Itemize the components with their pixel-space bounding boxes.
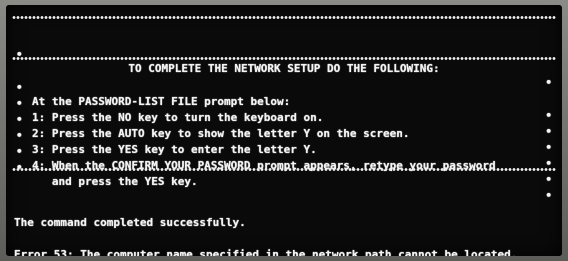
box-top-border <box>12 15 556 20</box>
box-bullet-right: • <box>545 173 552 186</box>
instruction-line: • 2: Press the AUTO key to show the lett… <box>6 99 562 154</box>
box-title-row: • TO COMPLETE THE NETWORK SETUP DO THE F… <box>6 34 562 89</box>
success-message-line: The command completed successfully. <box>6 202 562 229</box>
error-message: Error 53: The computer name specified in… <box>14 248 518 256</box>
instruction-line: • At the PASSWORD-LIST FILE prompt below… <box>6 67 562 122</box>
instruction-text: and press the YES key. <box>32 175 198 188</box>
error-message-line: Error 53: The computer name specified in… <box>6 234 562 256</box>
instruction-line: • and press the YES key. • <box>6 147 562 202</box>
success-message: The command completed successfully. <box>14 216 246 229</box>
instruction-line: • 4: When the CONFIRM YOUR PASSWORD prom… <box>6 131 562 186</box>
box-title-separator <box>12 56 556 61</box>
console-screen: • TO COMPLETE THE NETWORK SETUP DO THE F… <box>6 5 562 256</box>
instruction-line: • 3: Press the YES key to enter the lett… <box>6 115 562 170</box>
instruction-line: • 1: Press the NO key to turn the keyboa… <box>6 83 562 138</box>
box-bullet-right: • <box>545 189 552 202</box>
box-bottom-border <box>12 167 556 172</box>
